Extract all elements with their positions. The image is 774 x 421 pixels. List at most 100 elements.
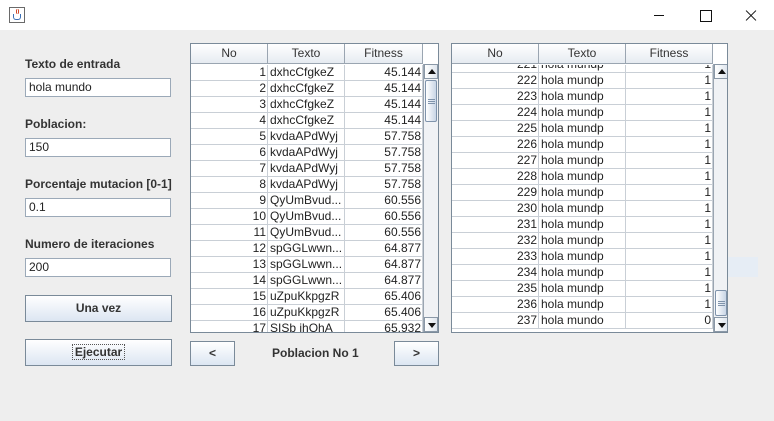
cell-texto: hola mundp: [539, 249, 626, 265]
cell-no: 236: [452, 297, 539, 313]
table-row[interactable]: 224 hola mundp 1: [452, 105, 713, 121]
column-header-texto[interactable]: Texto: [268, 44, 345, 64]
cell-fitness: 1: [626, 185, 713, 201]
table-header: No Texto Fitness: [191, 44, 423, 64]
cell-texto: dxhcCfgkeZ: [268, 81, 345, 97]
close-icon[interactable]: [728, 0, 774, 30]
text-input-field[interactable]: hola mundo: [25, 78, 171, 97]
iterations-field[interactable]: 200: [25, 258, 171, 277]
cell-no: 3: [191, 97, 268, 113]
table-row[interactable]: 6 kvdaAPdWyj 57.758: [191, 145, 423, 161]
maximize-icon[interactable]: [682, 0, 728, 30]
cell-no: 230: [452, 201, 539, 217]
table-row[interactable]: 13 spGGLwwn... 64.877: [191, 257, 423, 273]
cell-no: 13: [191, 257, 268, 273]
java-icon: [9, 7, 25, 23]
cell-texto: kvdaAPdWyj: [268, 129, 345, 145]
table-row[interactable]: 222 hola mundp 1: [452, 73, 713, 89]
cell-texto: kvdaAPdWyj: [268, 177, 345, 193]
cell-no: 5: [191, 129, 268, 145]
scroll-thumb[interactable]: [715, 290, 727, 316]
table-row[interactable]: 8 kvdaAPdWyj 57.758: [191, 177, 423, 193]
table-row[interactable]: 11 QyUmBvud... 60.556: [191, 225, 423, 241]
population-table[interactable]: No Texto Fitness 1 dxhcCfgkeZ 45.144 2 dxhcC…: [190, 43, 439, 333]
once-button[interactable]: Una vez: [25, 295, 172, 322]
population-label: Poblacion:: [25, 117, 87, 131]
cell-texto: uZpuKkpgzR: [268, 289, 345, 305]
next-population-button[interactable]: >: [394, 341, 439, 366]
table-row[interactable]: 4 dxhcCfgkeZ 45.144: [191, 113, 423, 129]
column-header-no[interactable]: No: [191, 44, 268, 64]
cell-texto: hola mundp: [539, 105, 626, 121]
table-row[interactable]: 229 hola mundp 1: [452, 185, 713, 201]
column-header-no[interactable]: No: [452, 44, 539, 64]
table-row[interactable]: 232 hola mundp 1: [452, 233, 713, 249]
table-row[interactable]: 14 spGGLwwn... 64.877: [191, 273, 423, 289]
scroll-up-icon[interactable]: [424, 64, 438, 79]
cell-texto: dxhcCfgkeZ: [268, 113, 345, 129]
table-row[interactable]: 12 spGGLwwn... 64.877: [191, 241, 423, 257]
table-row[interactable]: 235 hola mundp 1: [452, 281, 713, 297]
table-row[interactable]: 3 dxhcCfgkeZ 45.144: [191, 97, 423, 113]
vertical-scrollbar[interactable]: [713, 64, 727, 332]
table-row[interactable]: 227 hola mundp 1: [452, 153, 713, 169]
table-row[interactable]: 17 SISb ihOhA 65.932: [191, 321, 423, 332]
table-row[interactable]: 231 hola mundp 1: [452, 217, 713, 233]
table-row[interactable]: 2 dxhcCfgkeZ 45.144: [191, 81, 423, 97]
cell-fitness: 60.556: [345, 225, 423, 241]
cell-fitness: 1: [626, 217, 713, 233]
scroll-down-icon[interactable]: [424, 317, 438, 332]
table-row[interactable]: 10 QyUmBvud... 60.556: [191, 209, 423, 225]
cell-no: 2: [191, 81, 268, 97]
table-row[interactable]: 236 hola mundp 1: [452, 297, 713, 313]
table-row[interactable]: 225 hola mundp 1: [452, 121, 713, 137]
table-row[interactable]: 15 uZpuKkpgzR 65.406: [191, 289, 423, 305]
cell-fitness: 57.758: [345, 177, 423, 193]
table-row[interactable]: 233 hola mundp 1: [452, 249, 713, 265]
table-row[interactable]: 237 hola mundo 0: [452, 313, 713, 329]
table-row[interactable]: 5 kvdaAPdWyj 57.758: [191, 129, 423, 145]
scroll-down-icon[interactable]: [714, 317, 727, 332]
vertical-scrollbar[interactable]: [423, 64, 438, 332]
prev-population-button[interactable]: <: [190, 341, 235, 366]
result-table[interactable]: No Texto Fitness 221hola mundp1222hola m…: [451, 43, 728, 333]
cell-fitness: 1: [626, 65, 713, 73]
table-row[interactable]: 1 dxhcCfgkeZ 45.144: [191, 65, 423, 81]
cell-texto: hola mundp: [539, 201, 626, 217]
cell-fitness: 45.144: [345, 65, 423, 81]
cell-fitness: 1: [626, 121, 713, 137]
table-row[interactable]: 7 kvdaAPdWyj 57.758: [191, 161, 423, 177]
cell-no: 224: [452, 105, 539, 121]
table-row[interactable]: 16 uZpuKkpgzR 65.406: [191, 305, 423, 321]
cell-fitness: 1: [626, 297, 713, 313]
table-body: 221hola mundp1222hola mundp1223hola mund…: [452, 65, 713, 332]
table-row[interactable]: 226 hola mundp 1: [452, 137, 713, 153]
population-field[interactable]: 150: [25, 138, 171, 157]
table-row[interactable]: 9 QyUmBvud... 60.556: [191, 193, 423, 209]
cell-texto: SISb ihOhA: [268, 321, 345, 332]
cell-fitness: 65.406: [345, 305, 423, 321]
cell-texto: dxhcCfgkeZ: [268, 97, 345, 113]
cell-texto: hola mundp: [539, 65, 626, 73]
table-row[interactable]: 223 hola mundp 1: [452, 89, 713, 105]
run-button-label: Ejecutar: [71, 344, 126, 360]
table-row[interactable]: 230 hola mundp 1: [452, 201, 713, 217]
mutation-field[interactable]: 0.1: [25, 198, 171, 217]
scroll-up-icon[interactable]: [714, 64, 727, 79]
cell-no: 17: [191, 321, 268, 332]
cell-texto: hola mundo: [539, 313, 626, 329]
column-header-fitness[interactable]: Fitness: [345, 44, 423, 64]
minimize-icon[interactable]: [636, 0, 682, 30]
table-row[interactable]: 234 hola mundp 1: [452, 265, 713, 281]
column-header-fitness[interactable]: Fitness: [626, 44, 713, 64]
column-header-texto[interactable]: Texto: [539, 44, 626, 64]
cell-no: 15: [191, 289, 268, 305]
cell-no: 8: [191, 177, 268, 193]
cell-fitness: 45.144: [345, 113, 423, 129]
cell-fitness: 1: [626, 265, 713, 281]
run-button[interactable]: Ejecutar: [25, 339, 172, 366]
table-row[interactable]: 221hola mundp1: [452, 65, 713, 73]
cell-fitness: 60.556: [345, 209, 423, 225]
scroll-thumb[interactable]: [425, 80, 437, 122]
table-row[interactable]: 228 hola mundp 1: [452, 169, 713, 185]
